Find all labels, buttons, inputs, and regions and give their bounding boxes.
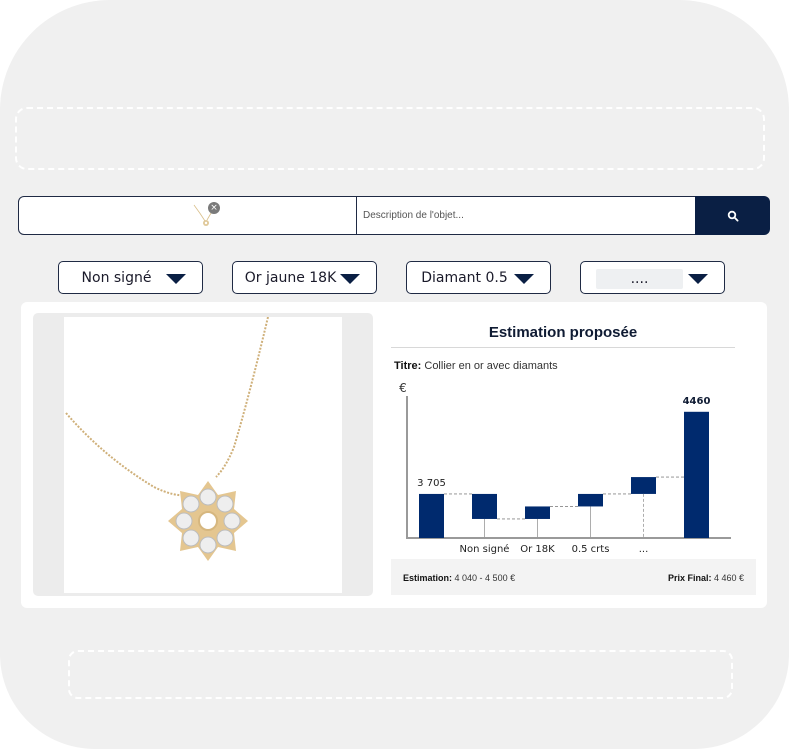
bottom-placeholder — [68, 650, 733, 699]
item-title-label: Titre: — [394, 360, 422, 372]
image-upload-field[interactable]: × — [18, 196, 357, 235]
category-label: Non signé — [460, 543, 510, 555]
other-value: .... — [596, 269, 683, 289]
step-bar — [525, 506, 550, 519]
result-card: Estimation proposée Titre: Collier en or… — [21, 302, 767, 608]
stone-value: Diamant 0.5 — [421, 269, 508, 286]
product-photo-frame — [33, 313, 373, 596]
stone-dropdown[interactable]: Diamant 0.5 — [406, 261, 551, 294]
signature-value: Non signé — [81, 269, 152, 286]
step-bar — [578, 493, 603, 507]
final-price-label: Prix Final: — [667, 573, 712, 583]
y-unit-label: € — [399, 381, 407, 395]
step-bar — [472, 493, 497, 519]
product-photo — [64, 317, 342, 593]
signature-dropdown[interactable]: Non signé — [58, 261, 203, 294]
waterfall-chart: €3 705 Non signé Or 18K 0.5 crts ... 4460 — [399, 381, 731, 555]
estimation-range-value: 4 040 - 4 500 € — [454, 573, 516, 583]
search-icon — [727, 210, 739, 222]
metal-dropdown[interactable]: Or jaune 18K — [232, 261, 377, 294]
estimation-footer: Estimation: 4 040 - 4 500 € Prix Final: … — [391, 559, 756, 595]
category-label: Or 18K — [520, 544, 555, 555]
search-button[interactable] — [695, 196, 770, 235]
final-price: Prix Final: 4 460 € — [668, 573, 744, 583]
estimation-range-label: Estimation: — [403, 573, 453, 583]
chevron-down-icon — [514, 274, 534, 284]
estimation-range: Estimation: 4 040 - 4 500 € — [403, 573, 515, 583]
start-bar — [419, 493, 444, 538]
metal-value: Or jaune 18K — [244, 269, 337, 286]
estimation-heading: Estimation proposée — [391, 324, 735, 348]
chevron-down-icon — [340, 274, 360, 284]
final-price-value: 4 460 € — [713, 573, 744, 583]
start-value-label: 3 705 — [417, 478, 446, 489]
other-dropdown[interactable]: .... — [580, 261, 725, 294]
search-bar: × — [18, 196, 770, 235]
chevron-down-icon — [688, 274, 708, 284]
end-bar — [684, 411, 709, 538]
category-label: 0.5 crts — [572, 544, 610, 555]
description-input[interactable] — [357, 196, 696, 235]
item-title-value: Collier en or avec diamants — [424, 360, 558, 372]
remove-image-icon[interactable]: × — [208, 202, 220, 214]
step-bar — [631, 477, 656, 494]
category-label: ... — [639, 544, 649, 555]
top-placeholder — [15, 107, 765, 170]
item-title: Titre: Collier en or avec diamants — [394, 360, 558, 372]
end-value-label: 4460 — [683, 396, 711, 407]
chevron-down-icon — [166, 274, 186, 284]
